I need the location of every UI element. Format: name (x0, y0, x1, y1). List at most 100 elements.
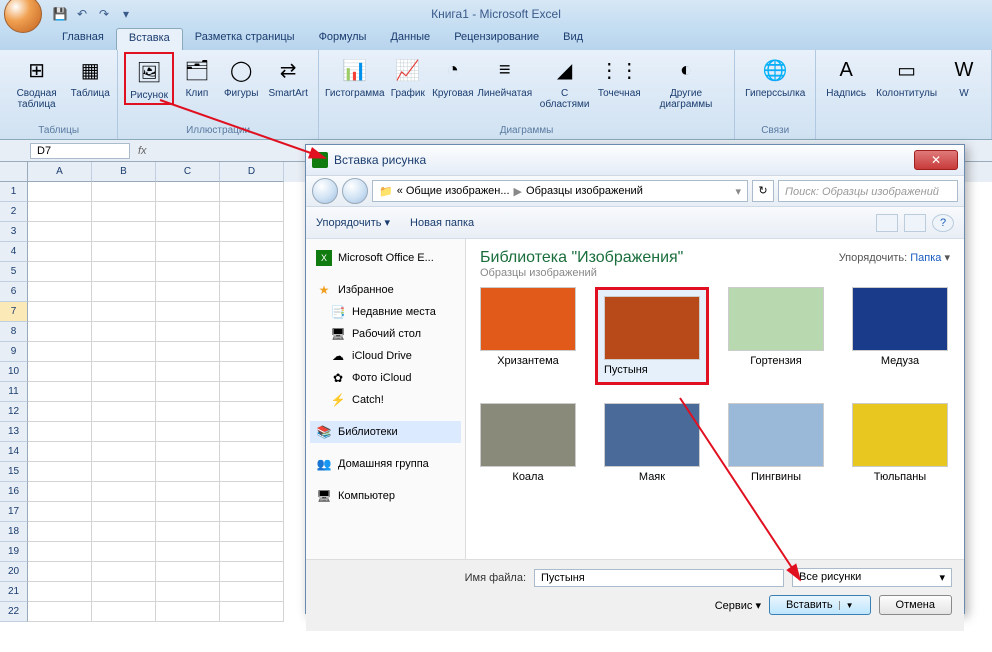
row-header[interactable]: 18 (0, 522, 28, 542)
textbox-button[interactable]: AНадпись (822, 52, 870, 101)
view-mode-button[interactable] (876, 214, 898, 232)
cell[interactable] (220, 562, 284, 582)
cell[interactable] (28, 502, 92, 522)
close-button[interactable]: ✕ (914, 150, 958, 170)
cell[interactable] (28, 382, 92, 402)
pie-chart-button[interactable]: ◔Круговая (431, 52, 475, 101)
search-input[interactable]: Поиск: Образцы изображений (778, 180, 958, 202)
cell[interactable] (156, 382, 220, 402)
hyperlink-button[interactable]: 🌐Гиперссылка (741, 52, 809, 101)
thumbnail-Пингвины[interactable]: Пингвины (728, 403, 824, 483)
cell[interactable] (92, 282, 156, 302)
insert-button[interactable]: Вставить▼ (769, 595, 871, 615)
row-header[interactable]: 20 (0, 562, 28, 582)
shapes-button[interactable]: ◯Фигуры (220, 52, 262, 101)
cell[interactable] (220, 602, 284, 622)
cell[interactable] (156, 442, 220, 462)
cell[interactable] (220, 382, 284, 402)
cell[interactable] (156, 182, 220, 202)
sidebar-libraries[interactable]: 📚 Библиотеки (310, 421, 461, 443)
row-header[interactable]: 9 (0, 342, 28, 362)
cell[interactable] (220, 422, 284, 442)
tab-insert[interactable]: Вставка (116, 28, 183, 50)
header-footer-button[interactable]: ▭Колонтитулы (872, 52, 941, 101)
cell[interactable] (220, 302, 284, 322)
cell[interactable] (92, 502, 156, 522)
column-header[interactable]: D (220, 162, 284, 182)
row-header[interactable]: 10 (0, 362, 28, 382)
cell[interactable] (92, 422, 156, 442)
cell[interactable] (92, 582, 156, 602)
cell[interactable] (156, 542, 220, 562)
breadcrumb[interactable]: 📁 « Общие изображен... ▶ Образцы изображ… (372, 180, 748, 202)
cell[interactable] (28, 402, 92, 422)
row-header[interactable]: 13 (0, 422, 28, 442)
thumbnail-Коала[interactable]: Коала (480, 403, 576, 483)
cell[interactable] (220, 462, 284, 482)
cell[interactable] (92, 562, 156, 582)
cell[interactable] (156, 422, 220, 442)
row-header[interactable]: 21 (0, 582, 28, 602)
column-header[interactable]: B (92, 162, 156, 182)
tab-review[interactable]: Рецензирование (442, 28, 551, 50)
cell[interactable] (220, 242, 284, 262)
back-button[interactable] (312, 178, 338, 204)
cell[interactable] (220, 582, 284, 602)
redo-icon[interactable]: ↷ (94, 4, 114, 24)
cell[interactable] (92, 382, 156, 402)
bar-chart-button[interactable]: ≡Линейчатая (477, 52, 533, 101)
sidebar-item[interactable]: ⚡Catch! (310, 389, 461, 411)
cell[interactable] (28, 262, 92, 282)
scatter-chart-button[interactable]: ⋮⋮Точечная (597, 52, 642, 101)
cell[interactable] (92, 302, 156, 322)
cell[interactable] (220, 402, 284, 422)
cell[interactable] (156, 302, 220, 322)
column-chart-button[interactable]: 📊Гистограмма (325, 52, 385, 101)
tab-page-layout[interactable]: Разметка страницы (183, 28, 307, 50)
cell[interactable] (28, 322, 92, 342)
row-header[interactable]: 12 (0, 402, 28, 422)
cell[interactable] (28, 182, 92, 202)
cell[interactable] (92, 462, 156, 482)
cell[interactable] (28, 442, 92, 462)
sort-control[interactable]: Упорядочить: Папка ▾ (839, 251, 950, 264)
cell[interactable] (28, 562, 92, 582)
cell[interactable] (156, 342, 220, 362)
smartart-button[interactable]: ⇄SmartArt (264, 52, 311, 101)
line-chart-button[interactable]: 📈График (387, 52, 429, 101)
row-header[interactable]: 5 (0, 262, 28, 282)
tab-formulas[interactable]: Формулы (307, 28, 379, 50)
cell[interactable] (220, 502, 284, 522)
column-header[interactable]: A (28, 162, 92, 182)
cell[interactable] (220, 262, 284, 282)
refresh-button[interactable]: ↻ (752, 180, 774, 202)
cell[interactable] (156, 282, 220, 302)
cell[interactable] (156, 362, 220, 382)
sidebar-homegroup[interactable]: 👥 Домашняя группа (310, 453, 461, 475)
area-chart-button[interactable]: ◢С областями (535, 52, 595, 112)
row-header[interactable]: 8 (0, 322, 28, 342)
cell[interactable] (28, 342, 92, 362)
dialog-titlebar[interactable]: Вставка рисунка ✕ (306, 145, 964, 175)
cell[interactable] (28, 462, 92, 482)
thumbnail-Тюльпаны[interactable]: Тюльпаны (852, 403, 948, 483)
cell[interactable] (28, 602, 92, 622)
tab-home[interactable]: Главная (50, 28, 116, 50)
cell[interactable] (28, 542, 92, 562)
cell[interactable] (220, 482, 284, 502)
row-header[interactable]: 1 (0, 182, 28, 202)
breadcrumb-part[interactable]: « Общие изображен... (397, 185, 510, 197)
cell[interactable] (92, 362, 156, 382)
cell[interactable] (92, 322, 156, 342)
sidebar-office[interactable]: X Microsoft Office E... (310, 247, 461, 269)
cell[interactable] (92, 182, 156, 202)
column-header[interactable]: C (156, 162, 220, 182)
tab-data[interactable]: Данные (378, 28, 442, 50)
preview-pane-button[interactable] (904, 214, 926, 232)
chevron-down-icon[interactable]: ▾ (735, 185, 741, 198)
cell[interactable] (92, 482, 156, 502)
breadcrumb-part[interactable]: Образцы изображений (526, 185, 643, 197)
pivot-table-button[interactable]: ⊞Сводная таблица (6, 52, 67, 112)
wordart-button[interactable]: WW (943, 52, 985, 101)
help-button[interactable]: ? (932, 214, 954, 232)
